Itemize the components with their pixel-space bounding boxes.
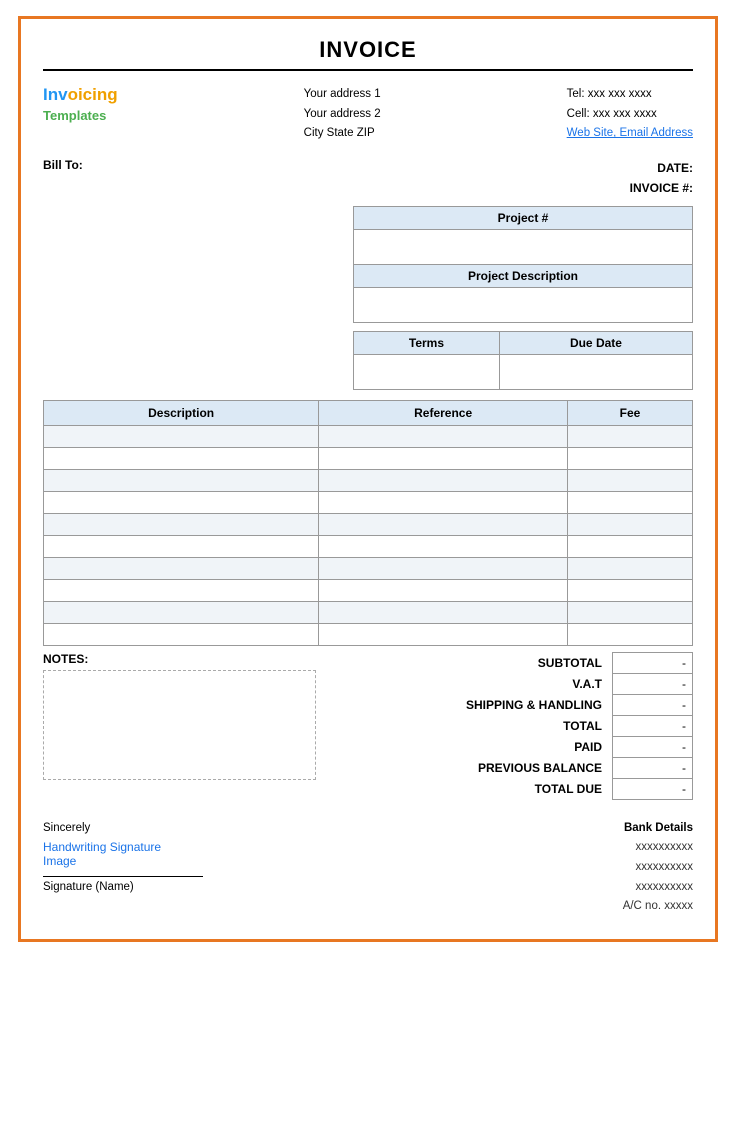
- bank-line-4: A/C no. xxxxx: [433, 897, 693, 917]
- sincerely-col: Sincerely Handwriting SignatureImage Sig…: [43, 822, 355, 916]
- website-link[interactable]: Web Site, Email Address: [567, 127, 693, 139]
- shipping-row: SHIPPING & HANDLING -: [336, 695, 693, 716]
- invoice-title: INVOICE: [43, 37, 693, 71]
- total-row: TOTAL -: [336, 716, 693, 737]
- bank-line-3: xxxxxxxxxx: [433, 878, 693, 898]
- totals-notes-row: NOTES: SUBTOTAL - V.A.T - SHIPPING & HAN…: [43, 652, 693, 800]
- project-table: Project # Project Description: [353, 206, 693, 323]
- header-contact: Tel: xxx xxx xxxx Cell: xxx xxx xxxx Web…: [567, 85, 693, 144]
- shipping-value[interactable]: -: [613, 695, 693, 716]
- notes-box[interactable]: [43, 670, 316, 780]
- notes-label: NOTES:: [43, 652, 316, 666]
- terms-header: Terms: [354, 332, 500, 355]
- logo: Invoicing Templates: [43, 85, 118, 144]
- bill-date-row: Bill To: DATE: INVOICE #:: [43, 158, 693, 199]
- logo-oicing: oicing: [68, 85, 118, 104]
- bill-to-label: Bill To:: [43, 158, 83, 199]
- bank-col: Bank Details xxxxxxxxxx xxxxxxxxxx xxxxx…: [433, 822, 693, 916]
- table-row: [44, 492, 693, 514]
- table-row: [44, 580, 693, 602]
- right-section: Project # Project Description Terms: [43, 206, 693, 390]
- project-desc-cell[interactable]: [354, 288, 693, 323]
- main-table: Description Reference Fee: [43, 400, 693, 646]
- header-row: Invoicing Templates Your address 1 Your …: [43, 85, 693, 144]
- table-row: [44, 426, 693, 448]
- bank-detail: xxxxxxxxxx xxxxxxxxxx xxxxxxxxxx A/C no.…: [433, 838, 693, 916]
- vat-label: V.A.T: [336, 674, 613, 695]
- subtotal-value[interactable]: -: [613, 653, 693, 674]
- bank-title: Bank Details: [433, 822, 693, 834]
- paid-label: PAID: [336, 737, 613, 758]
- desc-header: Description: [44, 401, 319, 426]
- table-row: [44, 536, 693, 558]
- shipping-label: SHIPPING & HANDLING: [336, 695, 613, 716]
- date-label: DATE:: [657, 161, 693, 175]
- project-num-cell[interactable]: [354, 230, 693, 265]
- table-row: [44, 624, 693, 646]
- total-due-label: TOTAL DUE: [336, 779, 613, 800]
- prev-balance-value[interactable]: -: [613, 758, 693, 779]
- logo-templates: Templates: [43, 108, 106, 123]
- vat-row: V.A.T -: [336, 674, 693, 695]
- paid-row: PAID -: [336, 737, 693, 758]
- footer-row: Sincerely Handwriting SignatureImage Sig…: [43, 822, 693, 916]
- paid-value[interactable]: -: [613, 737, 693, 758]
- city-state-zip: City State ZIP: [304, 124, 381, 144]
- table-row: [44, 514, 693, 536]
- totals-table: SUBTOTAL - V.A.T - SHIPPING & HANDLING -…: [336, 652, 694, 800]
- header-address: Your address 1 Your address 2 City State…: [304, 85, 381, 144]
- logo-inv: Inv: [43, 85, 68, 104]
- total-due-row: TOTAL DUE -: [336, 779, 693, 800]
- subtotal-label: SUBTOTAL: [336, 653, 613, 674]
- signature-image: Handwriting SignatureImage: [43, 840, 355, 868]
- bank-line-1: xxxxxxxxxx: [433, 838, 693, 858]
- table-row: [44, 602, 693, 624]
- address2: Your address 2: [304, 105, 381, 125]
- project-desc-header: Project Description: [354, 265, 693, 288]
- sincerely-label: Sincerely: [43, 822, 355, 834]
- date-invoice-section: DATE: INVOICE #:: [630, 158, 693, 199]
- terms-cell[interactable]: [354, 355, 500, 390]
- address1: Your address 1: [304, 85, 381, 105]
- total-due-value[interactable]: -: [613, 779, 693, 800]
- table-row: [44, 470, 693, 492]
- bank-line-2: xxxxxxxxxx: [433, 858, 693, 878]
- total-value[interactable]: -: [613, 716, 693, 737]
- invoice-label: INVOICE #:: [630, 181, 693, 195]
- due-date-cell[interactable]: [499, 355, 692, 390]
- invoice-page: INVOICE Invoicing Templates Your address…: [18, 16, 718, 942]
- ref-header: Reference: [319, 401, 568, 426]
- signature-line: [43, 876, 203, 877]
- table-row: [44, 448, 693, 470]
- subtotal-row: SUBTOTAL -: [336, 653, 693, 674]
- project-num-header: Project #: [354, 207, 693, 230]
- terms-table: Terms Due Date: [353, 331, 693, 390]
- fee-header: Fee: [568, 401, 693, 426]
- table-row: [44, 558, 693, 580]
- prev-balance-label: PREVIOUS BALANCE: [336, 758, 613, 779]
- vat-value[interactable]: -: [613, 674, 693, 695]
- prev-balance-row: PREVIOUS BALANCE -: [336, 758, 693, 779]
- notes-section: NOTES:: [43, 652, 316, 780]
- signature-name: Signature (Name): [43, 881, 355, 893]
- total-label: TOTAL: [336, 716, 613, 737]
- due-date-header: Due Date: [499, 332, 692, 355]
- tel: Tel: xxx xxx xxxx: [567, 85, 693, 105]
- cell: Cell: xxx xxx xxxx: [567, 105, 693, 125]
